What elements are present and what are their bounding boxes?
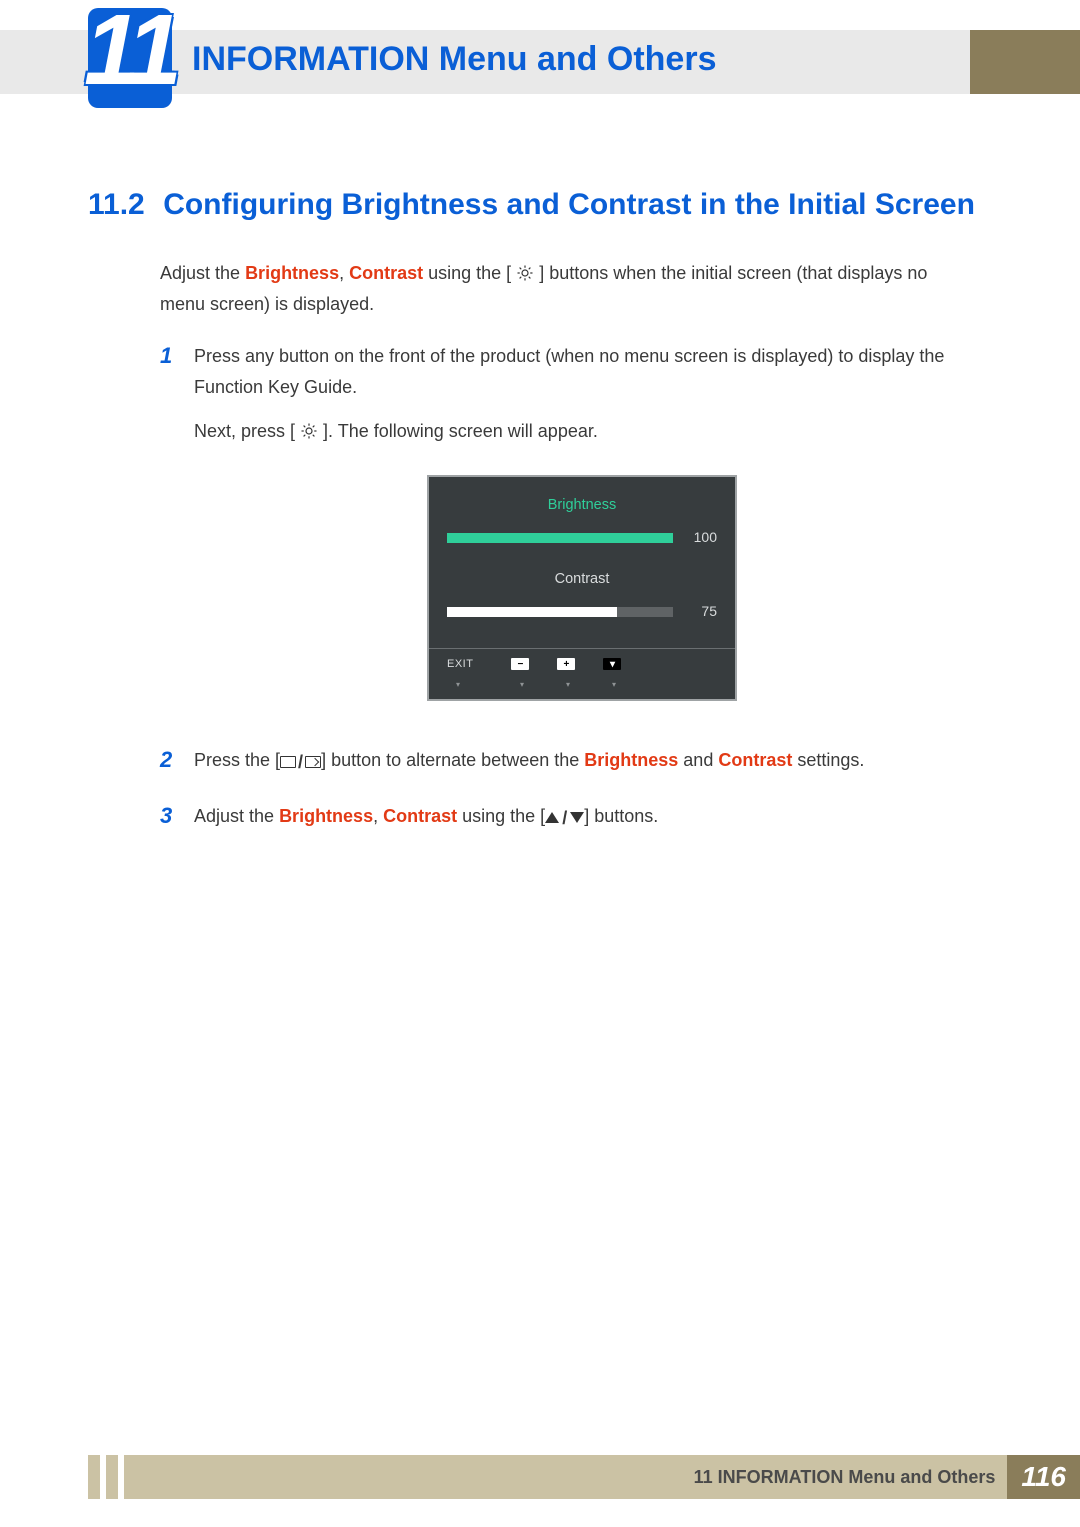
contrast-term: Contrast (383, 806, 457, 826)
step-3: 3 Adjust the Brightness, Contrast using … (160, 801, 970, 847)
footer: 11 INFORMATION Menu and Others 116 (88, 1455, 1080, 1499)
text: ]. The following screen will appear. (318, 421, 598, 441)
osd-plus-button: + (557, 658, 575, 670)
osd-down-button: ▾ (603, 658, 621, 670)
text: and (678, 750, 718, 770)
text: using the [ (457, 806, 545, 826)
osd-exit-label: EXIT (447, 655, 473, 674)
text: , (373, 806, 383, 826)
osd-arrow-icon: ▾ (449, 678, 467, 692)
source-toggle-icon: / (280, 747, 321, 778)
page-number: 116 (1021, 1461, 1066, 1493)
chapter-title: INFORMATION Menu and Others (192, 40, 716, 79)
osd-brightness-bar (447, 533, 673, 543)
osd-contrast-bar (447, 607, 673, 617)
text: Adjust the (194, 806, 279, 826)
text: Adjust the (160, 263, 245, 283)
footer-stripe (106, 1455, 118, 1499)
text: ] button to alternate between the (321, 750, 584, 770)
text: Press the [ (194, 750, 280, 770)
osd-minus-button: − (511, 658, 529, 670)
step-number: 3 (160, 801, 194, 847)
section-number: 11.2 (88, 188, 145, 222)
osd-arrow-icon: ▾ (559, 678, 577, 692)
step-number: 2 (160, 745, 194, 791)
brightness-icon (300, 419, 318, 437)
osd-contrast-label: Contrast (447, 567, 717, 592)
section-heading: 11.2 Configuring Brightness and Contrast… (88, 188, 992, 222)
text: Next, press [ (194, 421, 300, 441)
up-down-icon: / (545, 803, 584, 834)
text: settings. (792, 750, 864, 770)
osd-screenshot: Brightness 100 Contrast 75 (194, 475, 970, 701)
intro-paragraph: Adjust the Brightness, Contrast using th… (160, 258, 970, 319)
brightness-term: Brightness (279, 806, 373, 826)
osd-brightness-value: 100 (687, 526, 717, 550)
step-number: 1 (160, 341, 194, 735)
osd-controls-row: EXIT − + ▾ (429, 648, 735, 678)
osd-arrow-icon: ▾ (513, 678, 531, 692)
footer-stripe (88, 1455, 100, 1499)
section-title: Configuring Brightness and Contrast in t… (163, 188, 975, 221)
brightness-term: Brightness (245, 263, 339, 283)
footer-chapter-label: 11 INFORMATION Menu and Others (694, 1467, 1008, 1488)
text: ] buttons. (584, 806, 658, 826)
brightness-icon (516, 261, 534, 279)
contrast-term: Contrast (718, 750, 792, 770)
brightness-term: Brightness (584, 750, 678, 770)
header-accent (970, 30, 1080, 94)
text: using the [ (423, 263, 516, 283)
osd-arrow-icon: ▾ (605, 678, 623, 692)
step-2: 2 Press the [/] button to alternate betw… (160, 745, 970, 791)
step-3-text: Adjust the Brightness, Contrast using th… (194, 801, 970, 833)
page-number-box: 116 (1007, 1455, 1080, 1499)
osd-contrast-value: 75 (687, 600, 717, 624)
contrast-term: Contrast (349, 263, 423, 283)
osd-arrow-row: ▾ ▾ ▾ ▾ (429, 678, 735, 700)
step-1-line1: Press any button on the front of the pro… (194, 341, 970, 402)
step-1: 1 Press any button on the front of the p… (160, 341, 970, 735)
step-2-text: Press the [/] button to alternate betwee… (194, 745, 970, 777)
text: , (339, 263, 349, 283)
osd-brightness-label: Brightness (447, 493, 717, 518)
step-1-line2: Next, press [ ]. The following screen wi… (194, 416, 970, 447)
chapter-number: 11 (84, 0, 176, 100)
